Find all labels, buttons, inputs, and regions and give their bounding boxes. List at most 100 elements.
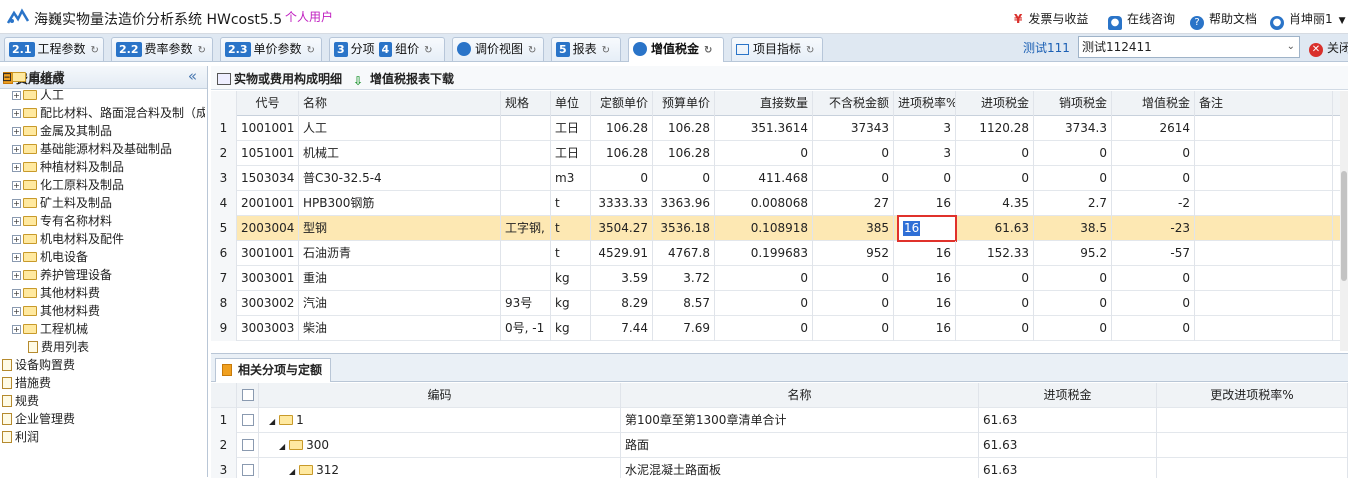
grid-cell-unit[interactable]: kg (551, 316, 591, 341)
row-checkbox[interactable] (241, 414, 254, 426)
grid-cell-qp[interactable]: 8.29 (591, 291, 653, 316)
column-header[interactable]: 规格 (501, 91, 551, 116)
grid-cell-vat[interactable]: 0 (1112, 291, 1195, 316)
grid-cell-amt[interactable]: 0 (813, 166, 894, 191)
grid-cell-vat[interactable]: -23 (1112, 216, 1195, 241)
grid-cell-code[interactable]: 2003004 (237, 216, 299, 241)
grid-cell-out[interactable]: 2.7 (1034, 191, 1112, 216)
column-header[interactable] (237, 383, 259, 408)
grid-cell-qp[interactable]: 3.59 (591, 266, 653, 291)
column-header[interactable]: 销项税金 (1034, 91, 1112, 116)
tab-related-items[interactable]: 相关分项与定额 (215, 358, 332, 382)
grid-scrollbar[interactable] (1340, 91, 1348, 351)
grid-cell-spec[interactable] (501, 191, 551, 216)
tab-vat[interactable]: 增值税金 ↻ (628, 37, 724, 62)
column-header[interactable]: 编码 (259, 383, 621, 408)
tree-node-category[interactable]: + 人工 (12, 86, 205, 104)
grid-cell-qty[interactable]: 0.108918 (715, 216, 813, 241)
grid-cell-qty[interactable]: 0 (715, 291, 813, 316)
grid-cell-unit[interactable]: t (551, 191, 591, 216)
tree-node-category[interactable]: + 种植材料及制品 (12, 158, 205, 176)
grid-cell-spec[interactable] (501, 141, 551, 166)
grid-cell-bp[interactable]: 3.72 (653, 266, 715, 291)
grid-cell-out[interactable]: 0 (1034, 141, 1112, 166)
tab-project-indicators[interactable]: 项目指标 ↻ (731, 37, 823, 61)
grid-cell-note[interactable] (1195, 291, 1333, 316)
tree-node-cost-type[interactable]: 设备购置费 (2, 356, 205, 374)
column-header[interactable]: 备注 (1195, 91, 1333, 116)
grid-cell-spec[interactable] (501, 166, 551, 191)
column-header[interactable]: 定额单价 (591, 91, 653, 116)
grid-cell-qty[interactable]: 411.468 (715, 166, 813, 191)
grid-cell-out[interactable]: 95.2 (1034, 241, 1112, 266)
column-header[interactable]: 更改进项税率% (1157, 383, 1348, 408)
table-row[interactable]: 2 ◢ 300 路面 61.63 (211, 433, 1348, 458)
collapse-triangle-icon[interactable]: ◢ (279, 442, 285, 451)
tab-project-params[interactable]: 2.1 工程参数 ↻ (4, 37, 104, 61)
grid-cell-spec[interactable] (501, 241, 551, 266)
grid-cell-spec[interactable] (501, 116, 551, 141)
grid-cell-name[interactable]: 机械工 (299, 141, 501, 166)
grid-cell[interactable]: 61.63 (979, 408, 1157, 433)
grid-cell-amt[interactable]: 952 (813, 241, 894, 266)
grid-cell-amt[interactable]: 0 (813, 266, 894, 291)
grid-cell-note[interactable] (1195, 116, 1333, 141)
table-row[interactable]: 7 3003001 重油 kg 3.59 3.72 0 0 16 0 0 0 (211, 266, 1341, 291)
expand-icon[interactable]: + (12, 271, 21, 280)
column-header[interactable]: 进项税金 (956, 91, 1034, 116)
tab-items-pricing[interactable]: 3 分项 4 组价 ↻ (329, 37, 445, 61)
tree-node-cost-type[interactable]: 企业管理费 (2, 410, 205, 428)
tree-node-category[interactable]: + 矿土料及制品 (12, 194, 205, 212)
grid-cell-vat[interactable]: -57 (1112, 241, 1195, 266)
grid-cell-in[interactable]: 0 (956, 266, 1034, 291)
grid-cell-amt[interactable]: 0 (813, 141, 894, 166)
expand-icon[interactable]: + (12, 109, 21, 118)
grid-cell-bp[interactable]: 7.69 (653, 316, 715, 341)
grid-cell-qp[interactable]: 106.28 (591, 116, 653, 141)
column-header[interactable] (211, 383, 237, 408)
tax-rate-input[interactable]: 16 (897, 215, 957, 242)
tree-node-cost-list[interactable]: 费用列表 (28, 338, 205, 356)
grid-cell-qty[interactable]: 0 (715, 141, 813, 166)
grid-cell[interactable]: ◢ 312 (259, 458, 621, 478)
table-row[interactable]: 8 3003002 汽油 93号 kg 8.29 8.57 0 0 16 0 0 0 (211, 291, 1341, 316)
column-header[interactable]: 进项税率% (894, 91, 956, 116)
grid-cell-in[interactable]: 61.63 (956, 216, 1034, 241)
grid-cell-qty[interactable]: 0 (715, 266, 813, 291)
expand-icon[interactable]: + (12, 289, 21, 298)
column-header[interactable]: 代号 (237, 91, 299, 116)
grid-cell-bp[interactable]: 8.57 (653, 291, 715, 316)
grid-cell-in[interactable]: 0 (956, 316, 1034, 341)
grid-cell-vat[interactable]: -2 (1112, 191, 1195, 216)
detail-button[interactable]: 实物或费用构成明细 (217, 70, 342, 87)
column-header[interactable]: 名称 (299, 91, 501, 116)
grid-cell-name[interactable]: 柴油 (299, 316, 501, 341)
grid-cell-rate[interactable]: 16 (894, 291, 956, 316)
grid-cell-amt[interactable]: 37343 (813, 116, 894, 141)
grid-cell-bp[interactable]: 3363.96 (653, 191, 715, 216)
grid-cell[interactable]: 61.63 (979, 458, 1157, 478)
expand-icon[interactable]: + (12, 253, 21, 262)
grid-cell-note[interactable] (1195, 216, 1333, 241)
grid-cell-qty[interactable]: 0.199683 (715, 241, 813, 266)
expand-icon[interactable]: + (12, 127, 21, 136)
invoice-link[interactable]: ¥ 发票与收益 (1014, 10, 1088, 28)
column-header[interactable]: 单位 (551, 91, 591, 116)
grid-cell-qty[interactable]: 0.008068 (715, 191, 813, 216)
grid-cell[interactable]: 第100章至第1300章清单合计 (621, 408, 979, 433)
grid-cell-code[interactable]: 3001001 (237, 241, 299, 266)
grid-cell-name[interactable]: 石油沥青 (299, 241, 501, 266)
grid-cell-out[interactable]: 0 (1034, 316, 1112, 341)
grid-cell-name[interactable]: 普C30-32.5-4 (299, 166, 501, 191)
grid-cell[interactable]: ◢ 300 (259, 433, 621, 458)
tree-node-category[interactable]: + 化工原料及制品 (12, 176, 205, 194)
grid-cell-qp[interactable]: 7.44 (591, 316, 653, 341)
grid-cell-out[interactable]: 0 (1034, 291, 1112, 316)
table-row[interactable]: 9 3003003 柴油 0号, -1 kg 7.44 7.69 0 0 16 0 0 0 (211, 316, 1341, 341)
select-all-checkbox[interactable] (241, 389, 254, 401)
column-header[interactable]: 进项税金 (979, 383, 1157, 408)
grid-cell-name[interactable]: HPB300钢筋 (299, 191, 501, 216)
grid-cell[interactable] (1157, 408, 1348, 433)
grid-cell[interactable]: 水泥混凝土路面板 (621, 458, 979, 478)
grid-cell-in[interactable]: 152.33 (956, 241, 1034, 266)
